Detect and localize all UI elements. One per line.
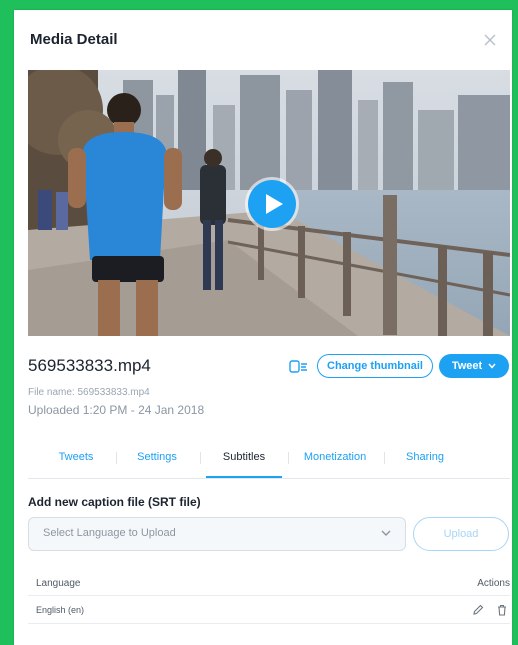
language-select-placeholder: Select Language to Upload xyxy=(43,527,176,539)
captions-table-header: Language Actions xyxy=(28,575,510,596)
tab-bar: Tweets Settings Subtitles Monetization S… xyxy=(28,438,510,479)
language-select[interactable]: Select Language to Upload xyxy=(28,517,406,551)
tab-monetization[interactable]: Monetization xyxy=(294,438,376,478)
tab-divider xyxy=(288,452,289,464)
chevron-down-icon xyxy=(488,360,496,372)
tab-subtitles[interactable]: Subtitles xyxy=(206,438,282,478)
row-language: English (en) xyxy=(36,605,85,615)
change-thumbnail-button[interactable]: Change thumbnail xyxy=(317,354,433,378)
tweet-button[interactable]: Tweet xyxy=(439,354,509,378)
uploaded-timestamp: Uploaded 1:20 PM - 24 Jan 2018 xyxy=(28,403,205,417)
tab-settings[interactable]: Settings xyxy=(124,438,190,478)
caption-icon[interactable] xyxy=(289,360,309,379)
edit-icon[interactable] xyxy=(472,603,484,621)
upload-button[interactable]: Upload xyxy=(413,517,509,551)
column-language: Language xyxy=(36,578,81,589)
tab-divider xyxy=(384,452,385,464)
tab-sharing[interactable]: Sharing xyxy=(392,438,458,478)
play-icon[interactable] xyxy=(248,180,296,228)
media-detail-dialog: Media Detail 569533833.mp4 File name: 56… xyxy=(14,10,512,645)
column-actions: Actions xyxy=(477,578,510,589)
video-preview[interactable] xyxy=(28,70,510,336)
dialog-title: Media Detail xyxy=(30,31,118,48)
chevron-down-icon xyxy=(381,530,391,536)
trash-icon[interactable] xyxy=(496,603,508,621)
close-icon[interactable] xyxy=(482,32,500,50)
tab-divider xyxy=(116,452,117,464)
add-caption-heading: Add new caption file (SRT file) xyxy=(28,495,201,509)
table-row: English (en) xyxy=(28,599,510,624)
tab-divider xyxy=(200,452,201,464)
tweet-button-label: Tweet xyxy=(451,360,483,372)
media-filename: 569533833.mp4 xyxy=(28,356,151,375)
file-name-line: File name: 569533833.mp4 xyxy=(28,387,150,398)
tab-tweets[interactable]: Tweets xyxy=(46,438,106,478)
